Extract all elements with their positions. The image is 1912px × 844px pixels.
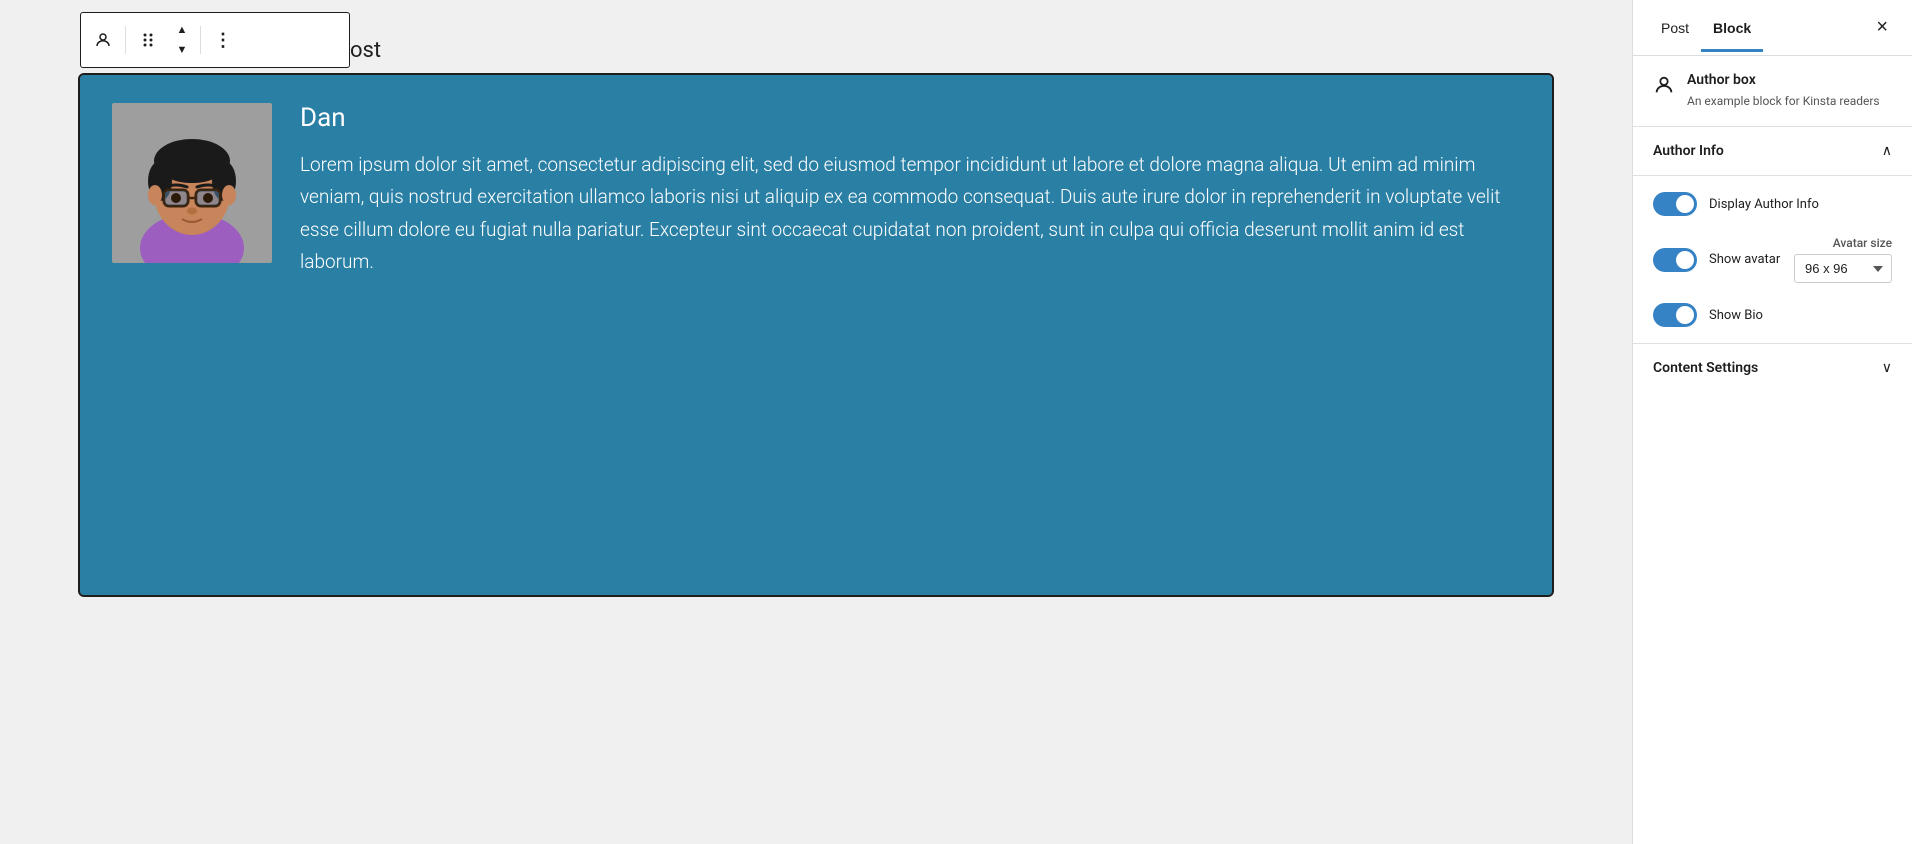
display-author-info-row: Display Author Info <box>1653 192 1892 216</box>
show-bio-toggle[interactable] <box>1653 303 1697 327</box>
toolbar-divider-2 <box>200 26 201 54</box>
display-author-info-label: Display Author Info <box>1709 197 1892 212</box>
content-settings-header[interactable]: Content Settings ∨ <box>1633 344 1912 392</box>
toolbar-divider-1 <box>125 26 126 54</box>
show-bio-label: Show Bio <box>1709 308 1892 323</box>
author-info-content: Display Author Info Show avatar Avatar s… <box>1633 176 1912 344</box>
block-info-title: Author box <box>1687 72 1880 88</box>
show-avatar-group: Show avatar Avatar size 48 x 48 64 x 64 … <box>1653 236 1892 283</box>
display-author-info-toggle[interactable] <box>1653 192 1697 216</box>
sidebar-tabs: Post Block × <box>1633 0 1912 56</box>
tab-post[interactable]: Post <box>1649 4 1701 52</box>
author-content: Dan Lorem ipsum dolor sit amet, consecte… <box>300 103 1520 278</box>
content-settings-title: Content Settings <box>1653 360 1758 376</box>
author-name: Dan <box>300 103 1520 133</box>
avatar-size-select[interactable]: 48 x 48 64 x 64 96 x 96 128 x 128 <box>1794 254 1892 283</box>
move-arrows: ▲ ▼ <box>168 20 196 60</box>
avatar-size-right: Avatar size 48 x 48 64 x 64 96 x 96 128 … <box>1794 236 1892 283</box>
move-down-btn[interactable]: ▼ <box>168 40 196 60</box>
author-bio: Lorem ipsum dolor sit amet, consectetur … <box>300 149 1520 278</box>
show-avatar-toggle[interactable] <box>1653 248 1697 272</box>
author-info-chevron-up: ∧ <box>1882 143 1892 159</box>
drag-handle-btn[interactable] <box>130 22 166 58</box>
sidebar: Post Block × Author box An example block… <box>1632 0 1912 844</box>
author-box-block[interactable]: Dan Lorem ipsum dolor sit amet, consecte… <box>80 75 1552 595</box>
show-avatar-label: Show avatar <box>1709 252 1780 267</box>
author-info-title: Author Info <box>1653 143 1724 159</box>
post-title-partial: ost <box>350 38 1632 63</box>
author-block-icon-btn[interactable] <box>85 22 121 58</box>
move-up-btn[interactable]: ▲ <box>168 20 196 40</box>
block-info-section: Author box An example block for Kinsta r… <box>1633 56 1912 127</box>
block-info-text: Author box An example block for Kinsta r… <box>1687 72 1880 110</box>
show-bio-row: Show Bio <box>1653 303 1892 327</box>
sidebar-close-btn[interactable]: × <box>1868 8 1896 47</box>
block-info-desc: An example block for Kinsta readers <box>1687 92 1880 110</box>
author-info-section-header[interactable]: Author Info ∧ <box>1633 127 1912 176</box>
show-avatar-left: Show avatar <box>1653 248 1780 272</box>
block-toolbar: ▲ ▼ ⋮ <box>80 12 350 68</box>
more-options-btn[interactable]: ⋮ <box>205 22 241 58</box>
content-settings-chevron-down: ∨ <box>1882 360 1892 376</box>
author-box-block-icon <box>1653 74 1675 101</box>
tab-block[interactable]: Block <box>1701 4 1763 52</box>
editor-area: ▲ ▼ ⋮ ost <box>0 0 1632 844</box>
author-avatar <box>112 103 272 263</box>
avatar-size-label: Avatar size <box>1833 236 1892 250</box>
